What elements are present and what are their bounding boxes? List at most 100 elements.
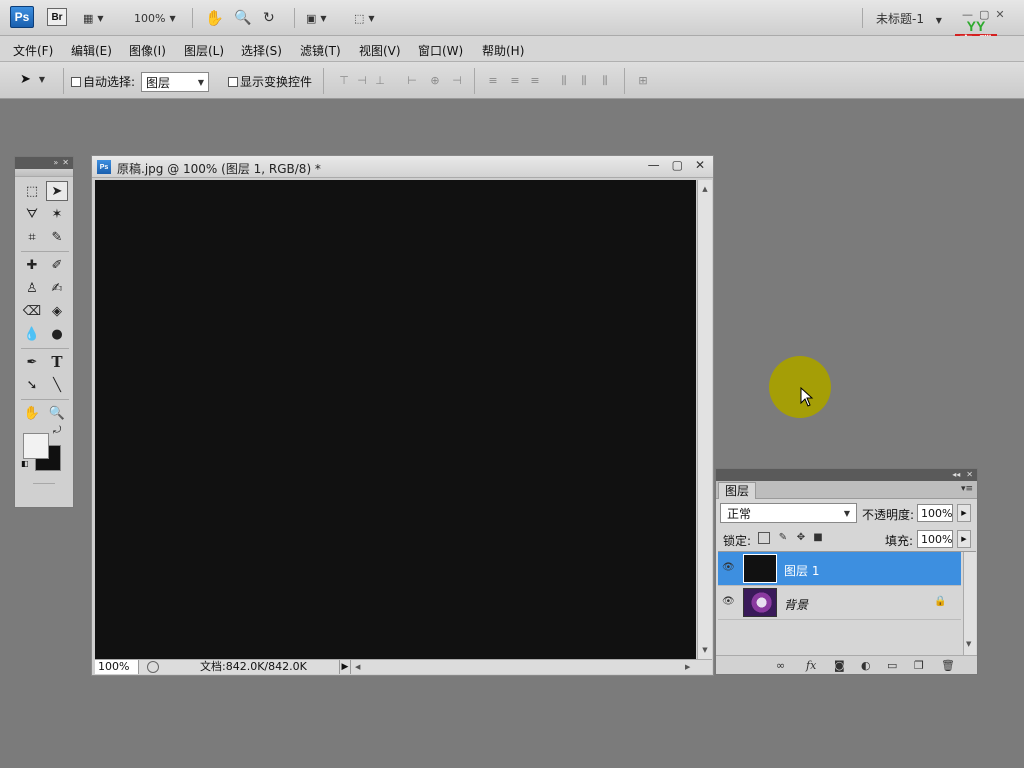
healing-brush-tool[interactable]: ✚: [21, 255, 43, 275]
lock-transparent-icon[interactable]: [758, 532, 770, 544]
align-bottom-icon[interactable]: ⊥: [373, 74, 387, 88]
opacity-slider-button[interactable]: ▶: [957, 504, 971, 522]
align-top-icon[interactable]: ⊤: [337, 74, 351, 88]
move-tool[interactable]: ➤: [46, 181, 68, 201]
menu-select[interactable]: 选择(S): [241, 42, 282, 59]
panel-menu-icon[interactable]: ▾≡: [961, 484, 973, 494]
menu-window[interactable]: 窗口(W): [418, 42, 463, 59]
scroll-right-icon[interactable]: ▶: [685, 660, 690, 674]
swap-colors-icon[interactable]: ⤾: [53, 425, 61, 436]
distribute-top-icon[interactable]: ≡: [486, 74, 500, 88]
scroll-down-icon[interactable]: ▼: [966, 640, 971, 648]
distribute-hcenter-icon[interactable]: ⫼: [577, 74, 591, 88]
collapse-icon[interactable]: ◂◂: [952, 469, 960, 481]
zoom-tool[interactable]: 🔍: [46, 403, 68, 423]
lasso-tool[interactable]: ᗊ: [21, 204, 43, 224]
lock-all-icon[interactable]: ■: [812, 532, 824, 544]
close-icon[interactable]: ✕: [966, 469, 973, 481]
maximize-button[interactable]: ▢: [672, 158, 683, 172]
photoshop-logo[interactable]: Ps: [10, 6, 34, 28]
tab-layers[interactable]: 图层: [718, 482, 757, 499]
collapse-icon[interactable]: »: [53, 157, 58, 169]
view-extras-button[interactable]: ▦ ▼: [83, 8, 104, 28]
crop-tool[interactable]: ⌗: [21, 227, 43, 247]
paint-bucket-tool[interactable]: ◈: [46, 301, 68, 321]
distribute-left-icon[interactable]: ⫼: [557, 74, 571, 88]
scroll-up-icon[interactable]: ▲: [698, 182, 712, 196]
new-layer-icon[interactable]: ❐: [914, 659, 924, 672]
menu-layer[interactable]: 图层(L): [184, 42, 224, 59]
link-layers-icon[interactable]: ∞: [776, 659, 785, 672]
add-mask-icon[interactable]: ◙: [834, 659, 845, 672]
align-right-icon[interactable]: ⊣: [450, 74, 464, 88]
menu-file[interactable]: 文件(F): [13, 42, 53, 59]
lock-image-icon[interactable]: ✎: [777, 532, 789, 544]
blend-mode-select[interactable]: 正常 ▼: [720, 503, 857, 523]
quick-mask-button[interactable]: [33, 483, 55, 484]
tools-panel-header[interactable]: » ✕: [15, 157, 73, 169]
blur-tool[interactable]: 💧: [21, 324, 43, 344]
fill-slider-button[interactable]: ▶: [957, 530, 971, 548]
eraser-tool[interactable]: ⌫: [21, 301, 43, 321]
magic-wand-tool[interactable]: ✶: [46, 204, 68, 224]
hand-tool-button[interactable]: ✋: [205, 8, 224, 28]
scroll-down-icon[interactable]: ▼: [698, 643, 712, 657]
document-titlebar[interactable]: Ps 原稿.jpg @ 100% (图层 1, RGB/8) * — ▢ ✕: [92, 156, 713, 178]
screen-mode-button[interactable]: ⬚ ▼: [354, 8, 375, 28]
zoom-field[interactable]: 100%: [95, 660, 139, 674]
eyedropper-tool[interactable]: ✎: [46, 227, 68, 247]
history-brush-tool[interactable]: ✍: [46, 278, 68, 298]
default-colors-icon[interactable]: ◧: [21, 459, 29, 468]
minimize-button[interactable]: —: [648, 158, 660, 172]
distribute-right-icon[interactable]: ⫼: [598, 74, 612, 88]
adjustment-layer-icon[interactable]: ◐: [861, 659, 871, 672]
layers-scrollbar[interactable]: ▼: [963, 552, 976, 656]
layer-row-background[interactable]: 👁 背景 🔒: [718, 586, 961, 620]
hand-tool[interactable]: ✋: [21, 403, 43, 423]
workspace-title[interactable]: 未标题-1 ▼: [876, 10, 942, 27]
visibility-eye-icon[interactable]: 👁: [722, 596, 736, 608]
align-hcenter-icon[interactable]: ⊕: [428, 74, 442, 88]
visibility-eye-icon[interactable]: 👁: [722, 562, 736, 574]
vertical-scrollbar[interactable]: ▲ ▼: [697, 180, 712, 659]
clone-stamp-tool[interactable]: ♙: [21, 278, 43, 298]
status-options-icon[interactable]: [147, 661, 159, 673]
status-menu-arrow[interactable]: ▶: [339, 660, 351, 674]
fill-field[interactable]: 100%: [917, 530, 953, 548]
document-canvas[interactable]: [95, 180, 696, 659]
distribute-bottom-icon[interactable]: ≡: [528, 74, 542, 88]
close-icon[interactable]: ✕: [62, 157, 69, 169]
scroll-left-icon[interactable]: ◀: [355, 660, 360, 674]
marquee-tool[interactable]: ⬚: [21, 181, 43, 201]
menu-view[interactable]: 视图(V): [359, 42, 401, 59]
layer-row-layer-1[interactable]: 👁 图层 1: [718, 552, 961, 586]
tool-preset-picker[interactable]: ➤ ▼: [20, 72, 45, 87]
auto-select-checkbox[interactable]: 自动选择:: [71, 73, 135, 90]
opacity-field[interactable]: 100%: [917, 504, 953, 522]
close-button[interactable]: ✕: [695, 158, 705, 172]
menu-edit[interactable]: 编辑(E): [71, 42, 112, 59]
bridge-button[interactable]: Br: [47, 8, 67, 26]
brush-tool[interactable]: ✐: [46, 255, 68, 275]
show-transform-checkbox[interactable]: 显示变换控件: [228, 73, 312, 90]
tools-panel-grip[interactable]: [15, 169, 73, 177]
pen-tool[interactable]: ✒: [21, 352, 43, 372]
zoom-level-menu[interactable]: 100% ▼: [134, 8, 176, 28]
lock-position-icon[interactable]: ✥: [795, 532, 807, 544]
delete-layer-icon[interactable]: 🗑: [941, 659, 955, 672]
line-tool[interactable]: ╲: [46, 375, 68, 395]
auto-select-target[interactable]: 图层 ▼: [141, 72, 209, 92]
foreground-color-swatch[interactable]: [23, 433, 49, 459]
menu-image[interactable]: 图像(I): [129, 42, 166, 59]
align-vcenter-icon[interactable]: ⊣: [355, 74, 369, 88]
menu-help[interactable]: 帮助(H): [482, 42, 524, 59]
layer-style-icon[interactable]: fx: [806, 659, 816, 672]
new-group-icon[interactable]: ▭: [887, 659, 897, 672]
arrange-documents-button[interactable]: ▣ ▼: [306, 8, 327, 28]
menu-filter[interactable]: 滤镜(T): [300, 42, 341, 59]
type-tool[interactable]: T: [46, 352, 68, 372]
rotate-view-button[interactable]: ↻: [263, 8, 275, 28]
dodge-tool[interactable]: ●: [46, 324, 68, 344]
layers-panel-header[interactable]: ◂◂ ✕: [716, 469, 977, 481]
path-selection-tool[interactable]: ➘: [21, 375, 43, 395]
